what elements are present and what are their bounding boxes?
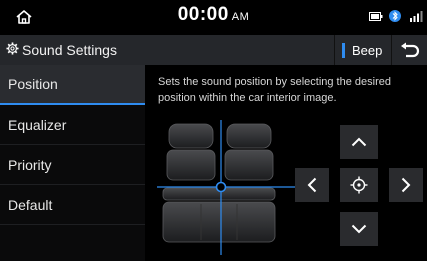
sidebar: Position Equalizer Priority Default xyxy=(0,65,145,261)
sidebar-item-equalizer[interactable]: Equalizer xyxy=(0,105,145,145)
clock-ampm: AM xyxy=(231,11,250,23)
move-left-button[interactable] xyxy=(295,168,329,202)
sound-position-panel: Sets the sound position by selecting the… xyxy=(147,65,427,261)
sidebar-item-label: Priority xyxy=(8,156,52,173)
move-right-button[interactable] xyxy=(389,168,423,202)
chevron-up-icon xyxy=(351,137,367,147)
beep-toggle-button[interactable]: Beep xyxy=(334,35,390,65)
beep-label: Beep xyxy=(352,42,383,58)
front-right-seat xyxy=(224,123,274,181)
sidebar-item-label: Position xyxy=(8,76,58,92)
sidebar-item-label: Default xyxy=(8,196,53,213)
beep-indicator xyxy=(342,42,345,58)
description-text: Sets the sound position by selecting the… xyxy=(158,76,391,104)
crosshair-center-icon xyxy=(350,176,368,194)
battery-icon xyxy=(369,11,383,21)
title-bar: Sound Settings Beep xyxy=(0,35,427,65)
status-bar: 00:00 AM xyxy=(0,0,427,34)
position-marker xyxy=(215,181,227,193)
rear-seat xyxy=(162,187,276,243)
sidebar-item-label: Equalizer xyxy=(8,116,67,133)
clock-time: 00:00 xyxy=(177,4,229,25)
chevron-left-icon xyxy=(307,177,317,193)
chevron-down-icon xyxy=(351,224,367,234)
back-button[interactable] xyxy=(391,35,427,65)
front-left-seat xyxy=(166,123,216,181)
bluetooth-icon xyxy=(389,10,401,22)
status-icons xyxy=(369,9,423,23)
page-title: Sound Settings xyxy=(22,42,117,58)
sidebar-item-priority[interactable]: Priority xyxy=(0,145,145,185)
move-up-button[interactable] xyxy=(340,125,378,159)
back-arrow-icon xyxy=(400,42,419,58)
sidebar-item-default[interactable]: Default xyxy=(0,185,145,225)
signal-icon xyxy=(410,11,423,22)
chevron-right-icon xyxy=(401,177,411,193)
move-down-button[interactable] xyxy=(340,212,378,246)
center-position-button[interactable] xyxy=(340,168,378,202)
gear-icon xyxy=(6,42,19,55)
clock: 00:00 AM xyxy=(0,4,427,26)
sidebar-item-position[interactable]: Position xyxy=(0,65,145,105)
car-interior-seat-map[interactable] xyxy=(157,120,297,255)
